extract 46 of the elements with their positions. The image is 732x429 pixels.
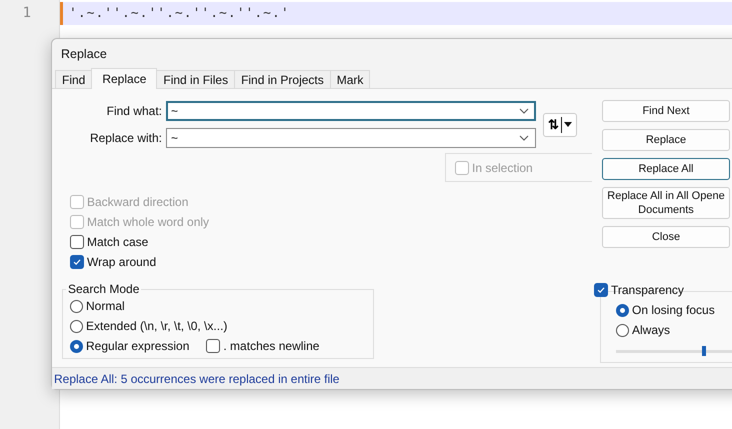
radio-button[interactable] bbox=[616, 324, 629, 336]
checkmark-icon bbox=[596, 285, 606, 295]
radio-label: Normal bbox=[86, 299, 125, 313]
dialog-button[interactable]: Close bbox=[602, 226, 730, 248]
field-label: Find what: bbox=[106, 104, 163, 118]
swap-button[interactable]: ⇅ bbox=[543, 112, 577, 136]
radio-button[interactable] bbox=[70, 320, 83, 332]
code-line: '.~.''.~.''.~.''.~.''.~.' bbox=[69, 6, 290, 21]
radio-button[interactable] bbox=[70, 300, 83, 312]
checkbox-label: Match whole word only bbox=[87, 215, 210, 229]
group-title: Search Mode bbox=[67, 282, 140, 296]
radio-label: Always bbox=[632, 323, 670, 337]
checkbox[interactable] bbox=[70, 255, 84, 269]
tab[interactable]: Find bbox=[55, 70, 92, 88]
dialog-title: Replace bbox=[61, 47, 107, 61]
caret-icon bbox=[564, 122, 572, 127]
line-number: 1 bbox=[22, 5, 32, 21]
tab[interactable]: Find in Projects bbox=[234, 70, 331, 88]
tab[interactable]: Replace bbox=[91, 68, 158, 89]
dialog-button[interactable]: Replace All bbox=[602, 158, 730, 180]
find-field[interactable]: ~ bbox=[166, 101, 536, 121]
checkbox-label: Match case bbox=[87, 235, 148, 249]
status-message: Replace All: 5 occurrences were replaced in entire file bbox=[54, 372, 340, 386]
dialog-button[interactable]: Find Next bbox=[602, 100, 730, 122]
dialog-button[interactable]: Replace bbox=[602, 129, 730, 151]
checkbox[interactable] bbox=[594, 283, 608, 297]
checkbox-label: Wrap around bbox=[87, 255, 156, 269]
radio-button[interactable] bbox=[70, 340, 83, 352]
tab[interactable]: Mark bbox=[330, 70, 370, 88]
checkbox[interactable] bbox=[206, 339, 220, 353]
checkbox-label: In selection bbox=[472, 160, 533, 174]
checkmark-icon bbox=[72, 257, 82, 267]
radio-label: Regular expression bbox=[86, 339, 190, 353]
checkbox[interactable] bbox=[70, 235, 84, 249]
dialog-button[interactable]: Replace All in All Opene Documents bbox=[602, 187, 730, 219]
field-label: Replace with: bbox=[88, 131, 163, 145]
radio-label: On losing focus bbox=[632, 303, 715, 317]
chevron-down-icon[interactable] bbox=[519, 108, 529, 114]
checkbox-label: Backward direction bbox=[87, 195, 188, 209]
checkbox-label: . matches newline bbox=[223, 339, 320, 353]
slider-thumb[interactable] bbox=[702, 346, 706, 356]
checkbox-label: Transparency bbox=[611, 283, 684, 297]
replace-field[interactable]: ~ bbox=[166, 128, 536, 148]
radio-label: Extended (\n, \r, \t, \0, \x...) bbox=[86, 319, 228, 333]
chevron-down-icon[interactable] bbox=[519, 135, 529, 141]
radio-button[interactable] bbox=[616, 304, 629, 316]
